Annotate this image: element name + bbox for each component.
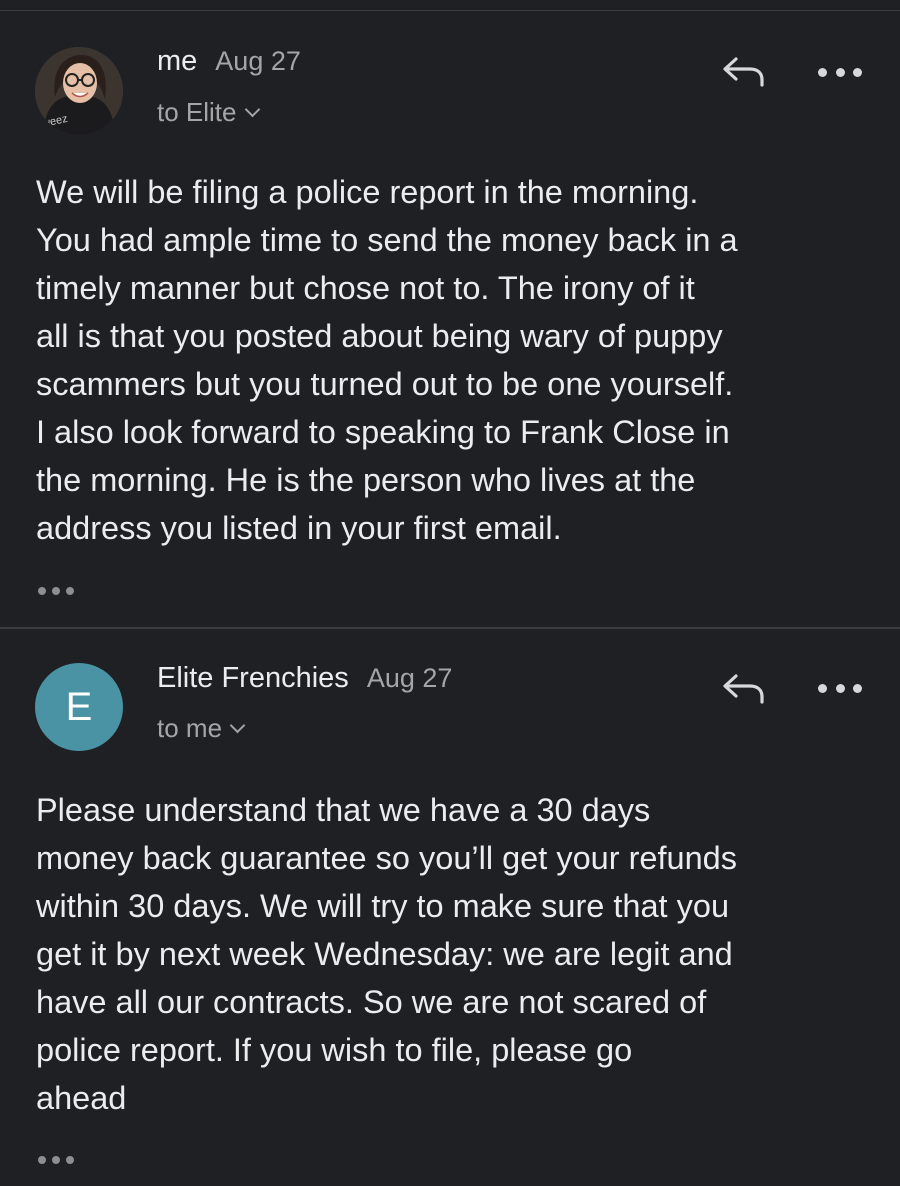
chevron-down-icon xyxy=(244,101,260,118)
reply-button[interactable] xyxy=(720,53,768,89)
more-options-button[interactable] xyxy=(818,62,862,82)
show-trimmed-content-button[interactable] xyxy=(38,1153,74,1167)
sender-name: me xyxy=(157,45,198,77)
show-trimmed-content-icon xyxy=(52,587,60,595)
email-message: weez me Aug 27 to Elite We will be filin… xyxy=(0,11,900,627)
chevron-down-icon xyxy=(229,717,246,734)
show-trimmed-content-button[interactable] xyxy=(38,584,74,598)
more-options-button[interactable] xyxy=(818,678,862,698)
message-body: Please understand that we have a 30 days… xyxy=(36,792,737,1116)
sender-row: me Aug 27 xyxy=(157,45,301,78)
reply-button[interactable] xyxy=(720,670,768,706)
show-trimmed-content-icon xyxy=(38,1156,46,1164)
show-trimmed-content-icon xyxy=(38,587,46,595)
more-options-icon xyxy=(835,683,845,693)
show-trimmed-content-icon xyxy=(66,587,74,595)
recipient-label: to me xyxy=(157,713,223,743)
message-date: Aug 27 xyxy=(366,663,453,693)
message-body: We will be filing a police report in the… xyxy=(36,174,738,546)
reply-icon xyxy=(723,57,764,87)
avatar[interactable]: weez xyxy=(35,47,123,135)
recipient-label: to Elite xyxy=(157,97,237,127)
sender-name: Elite Frenchies xyxy=(157,662,349,694)
more-options-icon xyxy=(835,67,845,77)
more-options-icon xyxy=(818,683,827,693)
more-options-icon xyxy=(853,683,862,693)
avatar-photo-icon: weez xyxy=(35,47,123,135)
recipient-toggle[interactable]: to Elite xyxy=(157,97,260,128)
reply-icon xyxy=(723,674,764,704)
more-options-icon xyxy=(853,67,862,77)
show-trimmed-content-icon xyxy=(66,1156,74,1164)
sender-row: Elite Frenchies Aug 27 xyxy=(157,662,452,695)
message-date: Aug 27 xyxy=(215,46,301,76)
show-trimmed-content-icon xyxy=(52,1156,60,1164)
email-message: E Elite Frenchies Aug 27 to me Please un… xyxy=(0,629,900,1186)
avatar[interactable]: E xyxy=(35,663,123,751)
recipient-toggle[interactable]: to me xyxy=(157,713,246,744)
more-options-icon xyxy=(818,67,827,77)
